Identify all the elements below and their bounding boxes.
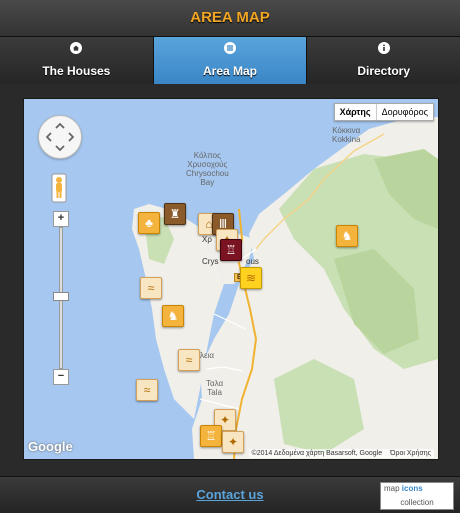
- map-marker-beach[interactable]: ≈: [178, 349, 200, 371]
- map-marker-forest[interactable]: ♣: [138, 212, 160, 234]
- castle-icon: ♖: [225, 243, 237, 257]
- content-area: Χάρτης Δορυφόρος + − Κόκκινα Kokkina Κόλ…: [0, 84, 460, 476]
- tab-label: The Houses: [42, 64, 111, 78]
- map-attribution: ©2014 Δεδομένα χάρτη Basarsoft, Google Ό…: [248, 449, 434, 458]
- place-label-bay: Κόλπος Χρυσοχούς Chrysochou Bay: [186, 151, 229, 187]
- tab-the-houses[interactable]: The Houses: [0, 37, 154, 84]
- badge-bottom: collection: [400, 498, 434, 507]
- castle-icon: ♖: [205, 429, 217, 443]
- place-label-tala: Ταλα Tala: [206, 379, 223, 397]
- deer-icon: ♞: [167, 309, 179, 323]
- place-label-line: Chrysochou: [186, 169, 229, 178]
- statue-icon: ♜: [169, 207, 181, 221]
- tab-label: Directory: [357, 64, 411, 78]
- badge-prefix: map: [384, 484, 400, 493]
- map-view[interactable]: Χάρτης Δορυφόρος + − Κόκκινα Kokkina Κόλ…: [23, 98, 439, 460]
- terms-link[interactable]: Όροι Χρήσης: [390, 450, 431, 457]
- place-label-line: Κόκκινα: [332, 126, 361, 135]
- tab-directory[interactable]: Directory: [307, 37, 460, 84]
- map-land: [132, 117, 438, 459]
- pan-arrows-icon: [45, 122, 75, 152]
- map-type-control: Χάρτης Δορυφόρος: [333, 103, 434, 121]
- map-marker-beach[interactable]: ≈: [140, 277, 162, 299]
- grid-icon: [224, 42, 236, 54]
- tab-bar: The Houses Area Map Directory: [0, 37, 460, 84]
- zoom-slider-handle[interactable]: [53, 292, 69, 301]
- info-icon: [377, 42, 390, 54]
- map-icons-collection-badge[interactable]: map icons collection: [380, 482, 454, 510]
- pegman-icon[interactable]: [51, 173, 67, 203]
- map-marker-monument[interactable]: ♜: [164, 203, 186, 225]
- map-type-satellite-button[interactable]: Δορυφόρος: [375, 104, 433, 120]
- tab-label: Area Map: [202, 64, 258, 78]
- header: AREA MAP: [0, 0, 460, 37]
- compass-icon: ✦: [227, 435, 239, 449]
- place-label-neo-chorio: λεια: [200, 351, 214, 360]
- map-marker-wildlife[interactable]: ♞: [162, 305, 184, 327]
- pan-control[interactable]: [38, 115, 82, 159]
- swim-icon: ≈: [185, 353, 193, 367]
- place-label-polis-en: Crys: [202, 257, 219, 266]
- map-marker-castle[interactable]: ♖: [220, 239, 242, 261]
- badge-top: map icons: [384, 484, 423, 493]
- home-icon: [70, 42, 83, 54]
- attribution-text: ©2014 Δεδομένα χάρτη Basarsoft, Google: [251, 450, 383, 457]
- map-marker-attraction[interactable]: ✦: [222, 431, 244, 453]
- zoom-out-button[interactable]: −: [53, 369, 69, 385]
- deer-icon: ♞: [341, 229, 353, 243]
- tree-icon: ♣: [145, 216, 153, 230]
- map-marker-wildlife[interactable]: ♞: [336, 225, 358, 247]
- zoom-in-button[interactable]: +: [53, 211, 69, 227]
- waves-icon: ≋: [245, 271, 257, 285]
- map-marker-beach[interactable]: ≈: [136, 379, 158, 401]
- map-marker-castle[interactable]: ♖: [200, 425, 222, 447]
- page-title: AREA MAP: [190, 9, 270, 26]
- place-label-line: Bay: [200, 178, 215, 187]
- place-label-line: Tala: [207, 388, 222, 397]
- place-label-line: Κόλπος: [193, 151, 221, 160]
- place-label-polis-gr: Χρ: [202, 235, 212, 244]
- swim-icon: ≈: [143, 383, 151, 397]
- tab-area-map[interactable]: Area Map: [153, 37, 308, 84]
- badge-highlight: icons: [401, 484, 423, 493]
- map-marker-beach[interactable]: ≋: [240, 267, 262, 289]
- map-type-map-button[interactable]: Χάρτης: [335, 104, 376, 120]
- footer: Contact us map icons collection: [0, 476, 460, 513]
- google-logo: Google: [28, 439, 73, 454]
- place-label-kokkina: Κόκκινα Kokkina: [332, 126, 360, 144]
- swim-icon: ≈: [147, 281, 155, 295]
- place-label-line: Kokkina: [332, 135, 361, 144]
- place-label-line: Χρυσοχούς: [187, 160, 228, 169]
- place-label-polis-en-suffix: ous: [246, 257, 259, 266]
- place-label-line: Ταλα: [206, 379, 224, 388]
